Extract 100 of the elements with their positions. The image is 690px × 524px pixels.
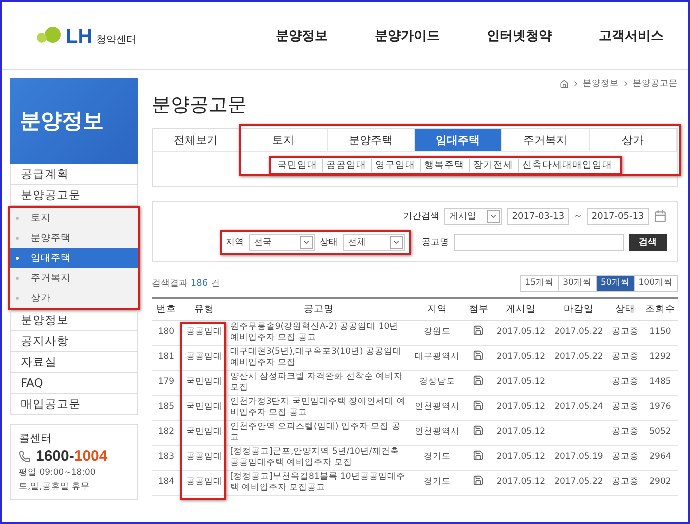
- table-cell: 공고중: [608, 395, 643, 420]
- sidebar-item[interactable]: 분양정보: [10, 310, 138, 331]
- sidebar-item[interactable]: 공급계획: [10, 164, 138, 185]
- status-select[interactable]: 전체: [343, 234, 405, 251]
- filter-label: 공고명: [422, 237, 449, 249]
- page-size-button[interactable]: 15개씩: [520, 274, 560, 292]
- logo-subtitle: 청약센터: [96, 34, 137, 46]
- column-header: 마감일: [550, 299, 608, 320]
- table-cell: 2017.05.12: [492, 395, 550, 420]
- sidebar-item[interactable]: FAQ: [10, 373, 138, 394]
- nav-item[interactable]: 인터넷청약: [487, 26, 552, 44]
- range-separator: ~: [574, 212, 582, 222]
- sidebar-subitem[interactable]: 임대주택: [10, 248, 138, 268]
- category-tab[interactable]: 주거복지: [502, 129, 590, 152]
- table-cell: 2017.05.12: [492, 320, 550, 345]
- sidebar-subitem[interactable]: 상가: [10, 288, 138, 308]
- table-cell: 183: [152, 445, 181, 470]
- column-header: 번호: [152, 299, 181, 320]
- nav-item[interactable]: 분양가이드: [375, 26, 440, 44]
- page-size-button[interactable]: 30개씩: [558, 274, 597, 292]
- notice-title-link[interactable]: 양산시 삼성파크빌 자격완화 선착순 예비자모집: [228, 370, 410, 395]
- column-header: 첨부: [466, 299, 492, 320]
- chevron-icon: [622, 80, 630, 88]
- title-search-field[interactable]: [454, 234, 624, 251]
- nav-item[interactable]: 분양정보: [276, 26, 328, 44]
- subcategory-link[interactable]: 영구임대: [370, 159, 420, 172]
- table-cell: 공고중: [608, 320, 643, 345]
- select-value: 게시일: [449, 211, 476, 223]
- subcategory-link[interactable]: 장기전세: [468, 159, 518, 172]
- notice-title-link[interactable]: 대구대현3(5년),대구옥포3(10년) 공공임대 예비입주자 모집: [228, 345, 410, 370]
- result-count: 검색결과 186 건: [152, 278, 220, 290]
- filter-label: 상태: [320, 237, 338, 249]
- table-cell: 182: [152, 420, 181, 445]
- home-icon[interactable]: [560, 80, 569, 88]
- subcategory-link[interactable]: 국민임대: [274, 159, 322, 172]
- sidebar-item[interactable]: 분양공고문: [10, 185, 138, 206]
- table-cell: 5052: [642, 420, 678, 445]
- sidebar-item[interactable]: 매입공고문: [10, 394, 138, 415]
- category-tab[interactable]: 임대주택: [414, 129, 502, 152]
- table-cell: 2017.05.12: [492, 420, 550, 445]
- table-cell: 184: [152, 470, 181, 495]
- date-field[interactable]: 2017-03-13: [507, 208, 570, 225]
- column-header: 게시일: [492, 299, 550, 320]
- breadcrumb-link[interactable]: 분양공고문: [633, 78, 678, 90]
- hours-text: 토,일,공휴일 휴무: [19, 481, 92, 493]
- filter-label: 기간검색: [403, 211, 440, 223]
- table-cell: 1150: [642, 320, 678, 345]
- notice-title-link[interactable]: 원주무릉솔9(강원혁신A-2) 공공임대 10년 예비입주자 모집 공고: [228, 320, 410, 345]
- table-cell: 1485: [642, 370, 678, 395]
- table-cell: 공공임대: [180, 470, 228, 495]
- table-cell: 1292: [642, 345, 678, 370]
- sidebar-item[interactable]: 자료실: [10, 352, 138, 373]
- table-cell: 179: [152, 370, 181, 395]
- caret-icon: [390, 236, 403, 249]
- column-header: 지역: [410, 299, 466, 320]
- column-header: 상태: [608, 299, 643, 320]
- sidebar-banner: 분양정보: [10, 78, 138, 164]
- column-header: 공고명: [228, 299, 410, 320]
- select-value: 전국: [254, 237, 272, 249]
- category-tab[interactable]: 분양주택: [328, 129, 415, 152]
- sidebar-item[interactable]: 공지사항: [10, 331, 138, 352]
- subcategory-link[interactable]: 행복주택: [420, 159, 468, 172]
- caret-icon: [300, 236, 313, 249]
- page-size-button[interactable]: 100개씩: [634, 274, 678, 292]
- table-cell: 대구광역시: [410, 345, 466, 370]
- region-select[interactable]: 전국: [249, 234, 315, 251]
- category-tab[interactable]: 상가: [590, 129, 677, 152]
- category-tab[interactable]: 토지: [240, 129, 328, 152]
- table-cell: 강원도: [410, 320, 466, 345]
- table-cell: 181: [152, 345, 181, 370]
- notice-title-link[interactable]: 인천가정3단지 국민임대주택 장애인세대 예비입주자 모집 공고: [228, 395, 410, 420]
- subcategory-link[interactable]: 공공임대: [322, 159, 370, 172]
- table-cell: 공공임대: [180, 320, 228, 345]
- sidebar-subitem[interactable]: 분양주택: [10, 228, 138, 248]
- sidebar-subitem[interactable]: 토지: [10, 208, 138, 228]
- period-select[interactable]: 게시일: [444, 208, 502, 225]
- search-button[interactable]: 검색: [629, 234, 667, 251]
- table-cell: 2017.05.12: [492, 470, 550, 495]
- sidebar-subitem[interactable]: 주거복지: [10, 268, 138, 288]
- notice-title-link[interactable]: [정정공고]군포,안양지역 5년/10년/재건축 공공임대주택 예비입주자 모집: [228, 445, 410, 470]
- column-header: 조회수: [642, 299, 678, 320]
- table-cell: 국민임대: [180, 420, 228, 445]
- table-cell: 2017.05.12: [492, 345, 550, 370]
- date-field[interactable]: 2017-05-13: [587, 208, 649, 225]
- table-cell: 2017.05.22: [550, 320, 608, 345]
- calendar-icon[interactable]: [654, 210, 667, 223]
- phone-number: 1600-1004: [36, 448, 108, 465]
- notice-title-link[interactable]: [정정공고]부천옥길81블록 10년공공임대주택 예비입주자 모집공고: [228, 470, 410, 495]
- page-title: 분양공고문: [152, 93, 248, 118]
- breadcrumb-link[interactable]: 분양정보: [583, 78, 619, 90]
- nav-item[interactable]: 고객서비스: [599, 26, 664, 44]
- caret-icon: [487, 210, 500, 223]
- table-cell: 경상남도: [410, 370, 466, 395]
- table-cell: 국민임대: [180, 395, 228, 420]
- subcategory-link[interactable]: 신축다세대매입임대: [518, 159, 616, 172]
- logo-text: LH: [66, 26, 93, 46]
- phone-icon: [19, 450, 31, 462]
- notice-title-link[interactable]: 인천주안역 오피스텔(임대) 입주자 모집 공고: [228, 420, 410, 445]
- page-size-button[interactable]: 50개씩: [596, 274, 635, 292]
- table-cell: 2017.05.12: [492, 370, 550, 395]
